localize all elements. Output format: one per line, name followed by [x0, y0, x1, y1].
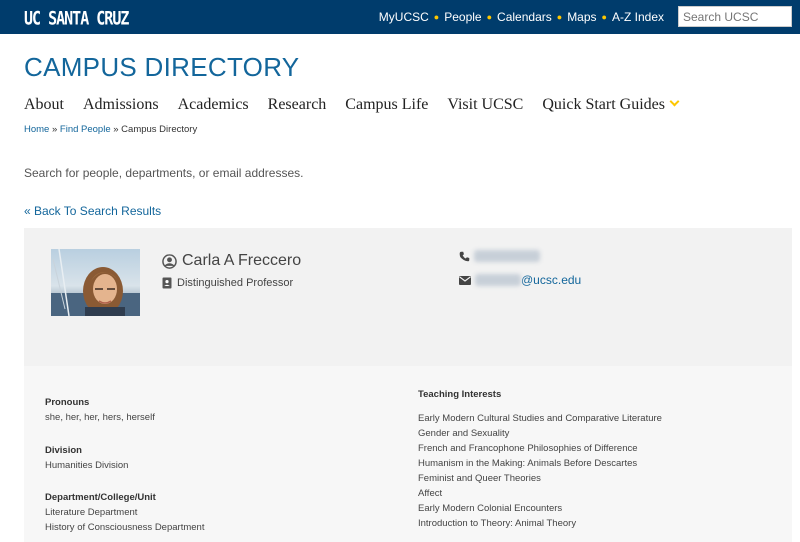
dot-separator: ●	[601, 12, 607, 22]
email-domain[interactable]: @ucsc.edu	[521, 273, 581, 287]
id-badge-icon	[162, 277, 172, 289]
main-nav: About Admissions Academics Research Camp…	[24, 96, 697, 114]
nav-about[interactable]: About	[24, 96, 64, 114]
email-row: @ucsc.edu	[459, 273, 581, 287]
email-user-redacted[interactable]	[475, 274, 521, 286]
department-label: Department/College/Unit	[45, 492, 156, 503]
teaching-interests-list: Early Modern Cultural Studies and Compar…	[418, 411, 662, 531]
division-label: Division	[45, 445, 82, 456]
teaching-interest-item: Feminist and Queer Theories	[418, 473, 541, 484]
search-input[interactable]	[678, 6, 792, 27]
teaching-interest-item: French and Francophone Philosophies of D…	[418, 443, 638, 454]
envelope-icon	[459, 275, 471, 285]
link-calendars[interactable]: Calendars	[497, 10, 552, 24]
breadcrumb: Home » Find People » Campus Directory	[24, 124, 197, 135]
link-myucsc[interactable]: MyUCSC	[379, 10, 429, 24]
teaching-interest-item: Introduction to Theory: Animal Theory	[418, 518, 577, 529]
pronouns-value: she, her, her, hers, herself	[45, 412, 155, 423]
breadcrumb-current: Campus Directory	[121, 124, 198, 135]
nav-quick-start-label: Quick Start Guides	[542, 96, 665, 113]
page-title: CAMPUS DIRECTORY	[24, 52, 300, 82]
top-bar: UC SANTA CRUZ MyUCSC ● People ● Calendar…	[0, 0, 800, 34]
teaching-interest-item: Humanism in the Making: Animals Before D…	[418, 458, 638, 469]
link-people[interactable]: People	[444, 10, 481, 24]
title-row: Distinguished Professor	[162, 277, 293, 289]
phone-icon	[459, 251, 470, 261]
nav-campus-life[interactable]: Campus Life	[345, 96, 428, 114]
profile-panel: Carla A Freccero Distinguished Professor…	[24, 228, 792, 366]
division-value: Humanities Division	[45, 460, 129, 471]
dot-separator: ●	[433, 12, 440, 22]
breadcrumb-sep: »	[110, 124, 122, 135]
nav-visit-ucsc[interactable]: Visit UCSC	[447, 96, 523, 114]
user-circle-icon	[162, 253, 177, 269]
intro-text: Search for people, departments, or email…	[24, 166, 304, 180]
teaching-interest-item: Gender and Sexuality	[418, 428, 510, 439]
department-value: Literature Department History of Conscio…	[45, 505, 204, 535]
link-az-index[interactable]: A-Z Index	[612, 10, 664, 24]
pronouns-label: Pronouns	[45, 397, 90, 408]
details-section: Pronouns she, her, her, hers, herself Di…	[24, 366, 792, 542]
teaching-interest-item: Early Modern Colonial Encounters	[418, 503, 563, 514]
nav-academics[interactable]: Academics	[178, 96, 249, 114]
breadcrumb-find-people[interactable]: Find People	[60, 124, 111, 135]
phone-row	[459, 250, 540, 262]
name-row: Carla A Freccero	[162, 252, 301, 270]
teaching-interest-item: Affect	[418, 488, 443, 499]
ucsc-logo[interactable]: UC SANTA CRUZ	[24, 7, 129, 30]
person-name: Carla A Freccero	[182, 252, 302, 269]
back-to-results-link[interactable]: « Back To Search Results	[24, 204, 161, 218]
nav-quick-start-guides[interactable]: Quick Start Guides	[542, 96, 680, 114]
nav-admissions[interactable]: Admissions	[83, 96, 159, 114]
nav-research[interactable]: Research	[268, 96, 327, 114]
department-item: History of Consciousness Department	[45, 522, 205, 533]
teaching-interests-label: Teaching Interests	[418, 389, 502, 400]
breadcrumb-sep: »	[49, 124, 60, 135]
department-item: Literature Department	[45, 507, 138, 518]
person-title: Distinguished Professor	[177, 277, 294, 289]
utility-links: MyUCSC ● People ● Calendars ● Maps ● A-Z…	[379, 10, 664, 24]
link-maps[interactable]: Maps	[567, 10, 596, 24]
profile-photo	[51, 249, 140, 316]
phone-number-redacted	[474, 250, 540, 262]
chevron-down-icon	[669, 96, 680, 107]
breadcrumb-home[interactable]: Home	[24, 124, 49, 135]
teaching-interest-item: Early Modern Cultural Studies and Compar…	[418, 413, 662, 424]
dot-separator: ●	[556, 12, 563, 22]
dot-separator: ●	[486, 12, 493, 22]
